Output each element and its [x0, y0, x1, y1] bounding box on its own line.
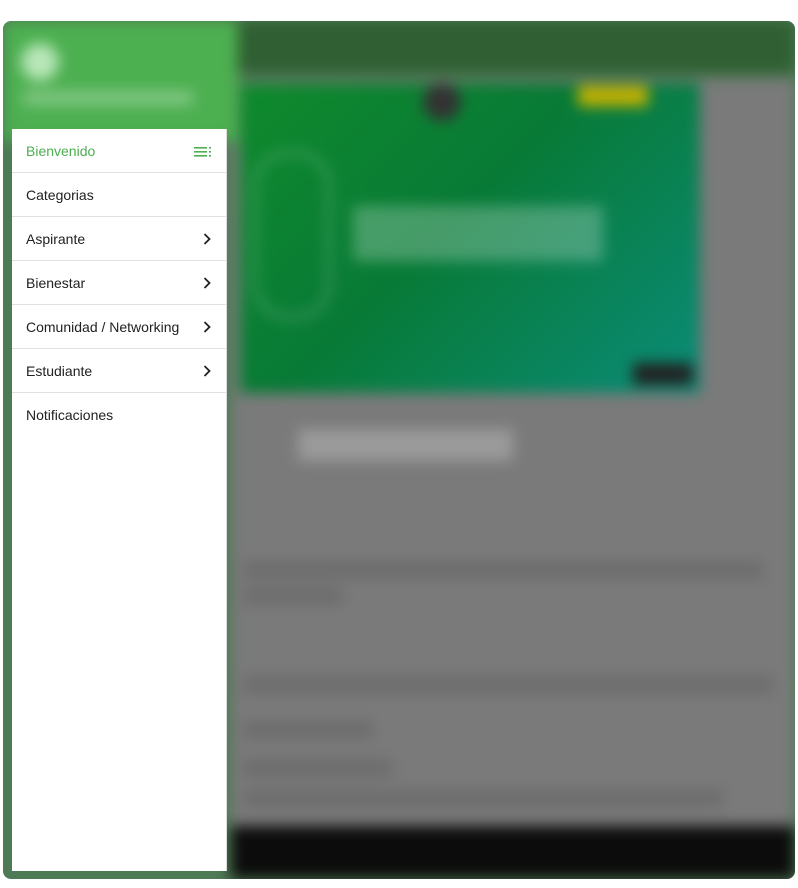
menu-item-label: Notificaciones: [26, 406, 114, 423]
menu-item-notificaciones[interactable]: Notificaciones: [12, 393, 226, 436]
text-line: [243, 561, 763, 579]
logo: [21, 43, 59, 81]
menu-item-label: Categorias: [26, 186, 94, 203]
banner-text: [353, 206, 603, 261]
menu-item-aspirante[interactable]: Aspirante: [12, 217, 226, 261]
page-footer: [231, 826, 795, 879]
header-button: [578, 86, 648, 106]
menu-item-comunidad-networking[interactable]: Comunidad / Networking: [12, 305, 226, 349]
menu-item-estudiante[interactable]: Estudiante: [12, 349, 226, 393]
menu-item-label: Estudiante: [26, 362, 93, 379]
banner-chip: [633, 363, 693, 385]
menu-item-label: Aspirante: [26, 230, 86, 247]
chevron-right-icon: [202, 276, 212, 290]
banner-logo: [253, 151, 331, 319]
content-box: [298, 429, 513, 461]
menu-item-label: Bienestar: [26, 274, 86, 291]
text-line: [243, 721, 373, 739]
menu-item-bienvenido[interactable]: Bienvenido: [12, 129, 226, 173]
menu-item-categorias[interactable]: Categorias: [12, 173, 226, 217]
navigation-drawer: Bienvenido Categorias Aspirante Bienesta…: [12, 129, 227, 871]
text-line: [243, 587, 343, 605]
menu-item-label: Comunidad / Networking: [26, 318, 180, 335]
drawer-menu: Bienvenido Categorias Aspirante Bienesta…: [12, 129, 226, 436]
drawer-header: [3, 21, 238, 141]
menu-lines-icon[interactable]: [194, 145, 212, 157]
drawer-header-text: [23, 91, 193, 105]
menu-item-label: Bienvenido: [26, 142, 96, 159]
chevron-right-icon: [202, 320, 212, 334]
chevron-right-icon: [202, 364, 212, 378]
text-line: [243, 676, 773, 694]
search-icon: [423, 83, 461, 121]
chevron-right-icon: [202, 232, 212, 246]
text-line: [243, 789, 723, 807]
menu-item-bienestar[interactable]: Bienestar: [12, 261, 226, 305]
text-line: [243, 759, 393, 777]
